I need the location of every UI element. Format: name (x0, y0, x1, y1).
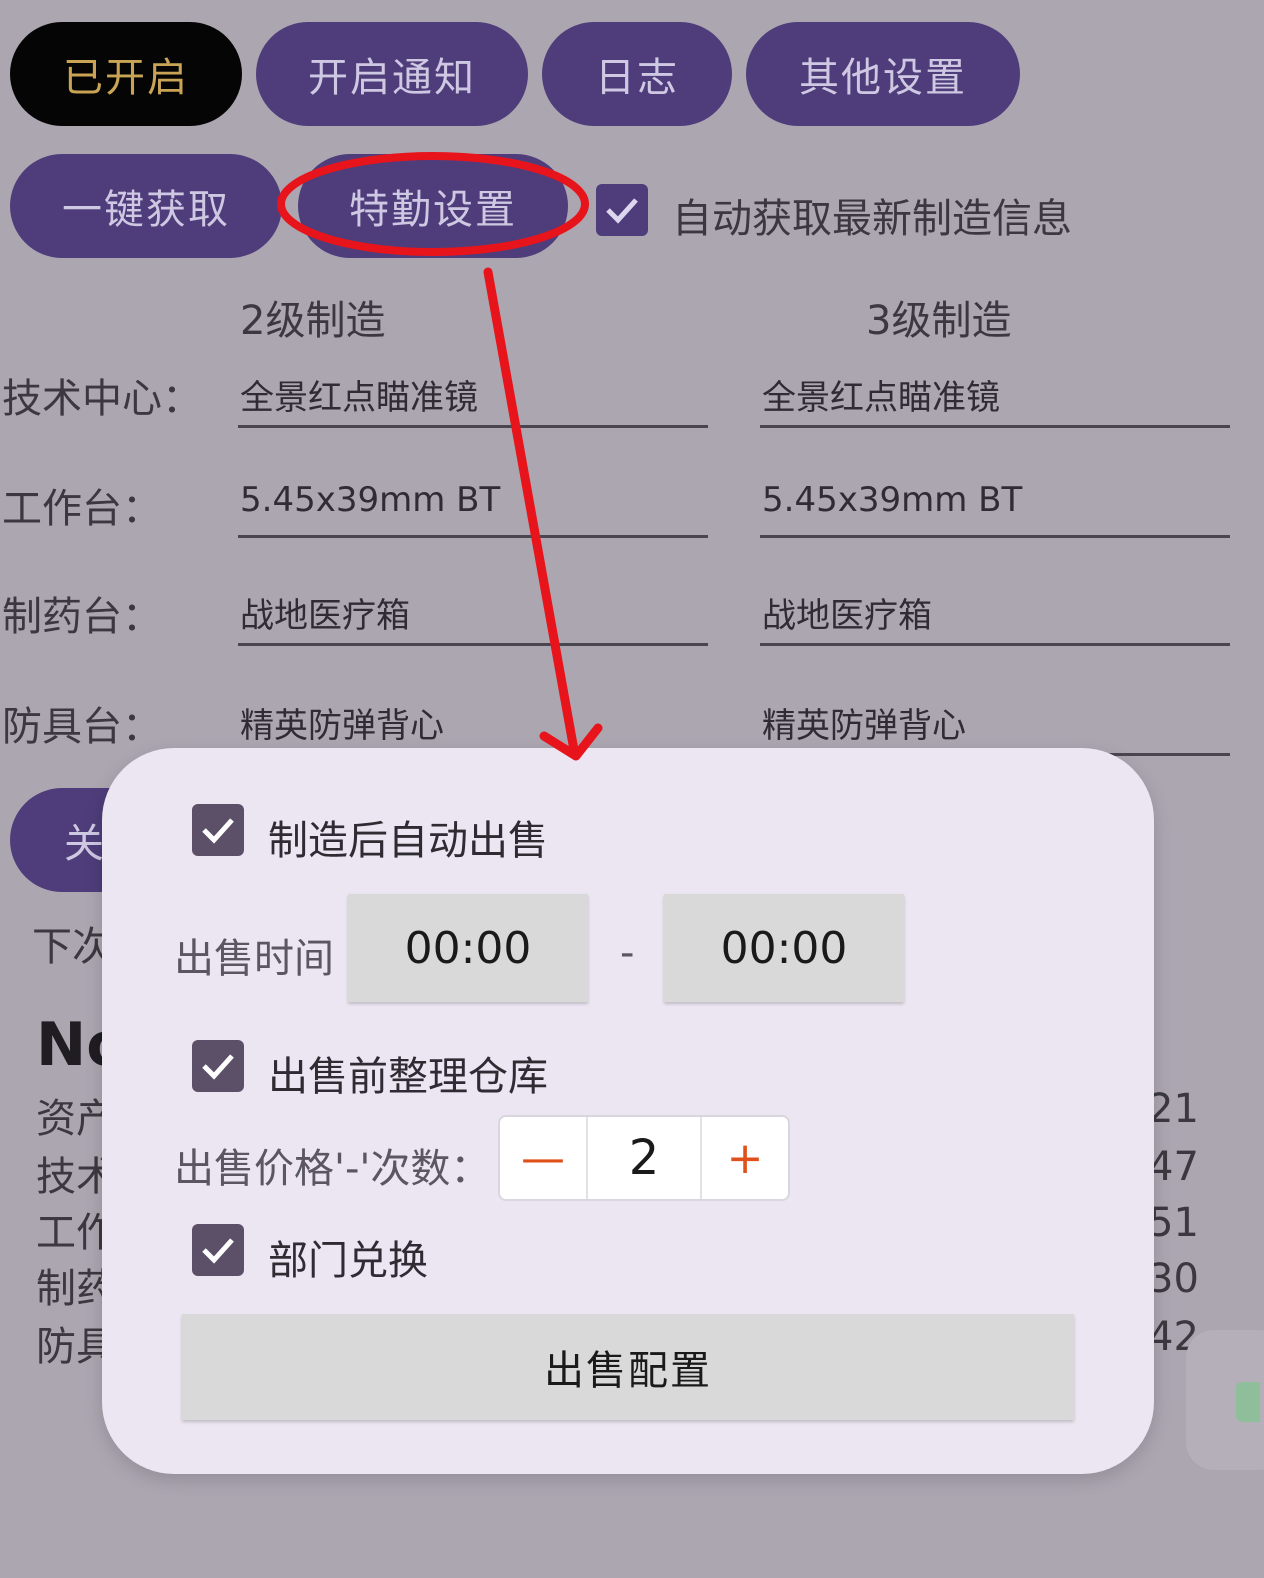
annotation-overlay (277, 152, 603, 761)
highlight-circle (277, 152, 589, 256)
arrow-shaft (483, 267, 579, 755)
